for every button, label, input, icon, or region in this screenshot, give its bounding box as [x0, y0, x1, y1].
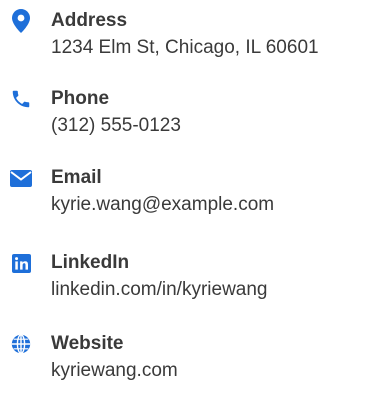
email-value: kyrie.wang@example.com: [51, 194, 275, 215]
contact-item-linkedin: LinkedIn linkedin.com/in/kyriewang: [0, 248, 383, 318]
globe-icon: [7, 332, 35, 356]
linkedin-value: linkedin.com/in/kyriewang: [51, 279, 268, 300]
contact-list: Address 1234 Elm St, Chicago, IL 60601 P…: [0, 0, 383, 391]
contact-label: Phone: [51, 88, 110, 109]
map-pin-icon: [7, 9, 35, 33]
contact-label: Email: [51, 167, 102, 188]
contact-item-email: Email kyrie.wang@example.com: [0, 163, 383, 233]
phone-value: (312) 555-0123: [51, 115, 181, 136]
contact-label: Address: [51, 10, 128, 31]
contact-label: LinkedIn: [51, 252, 130, 273]
address-value: 1234 Elm St, Chicago, IL 60601: [51, 37, 319, 58]
contact-item-phone: Phone (312) 555-0123: [0, 84, 383, 154]
phone-icon: [7, 87, 35, 111]
linkedin-icon: [7, 251, 35, 275]
contact-item-address: Address 1234 Elm St, Chicago, IL 60601: [0, 6, 383, 76]
contact-label: Website: [51, 333, 124, 354]
website-value: kyriewang.com: [51, 360, 178, 381]
envelope-icon: [7, 166, 35, 190]
contact-item-website: Website kyriewang.com: [0, 329, 383, 399]
